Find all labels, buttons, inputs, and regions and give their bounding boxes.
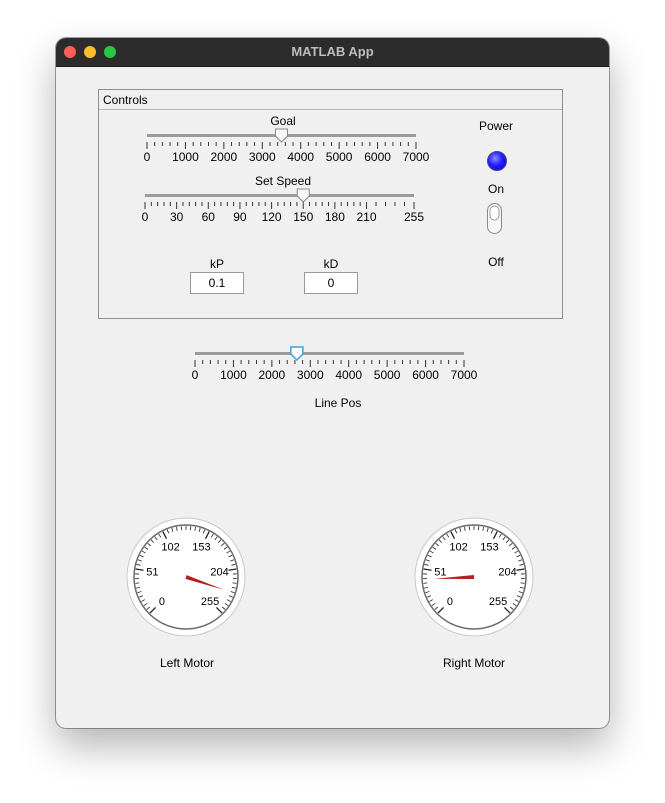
slider-tick-label: 120 <box>262 210 282 224</box>
slider-tick-label: 255 <box>404 210 424 224</box>
gauge-tick-label: 0 <box>159 596 165 608</box>
slider-ticks <box>144 202 415 209</box>
slider-tick-label: 0 <box>144 150 151 164</box>
slider-tick-label: 6000 <box>412 368 439 382</box>
controls-panel-header: Controls <box>99 90 562 110</box>
gauge-tick-label: 153 <box>192 542 210 554</box>
slider-tick-label: 180 <box>325 210 345 224</box>
window-title: MATLAB App <box>291 44 374 59</box>
slider-tick-label: 7000 <box>451 368 478 382</box>
title-bar: MATLAB App <box>56 38 609 67</box>
slider-tick-label: 0 <box>192 368 199 382</box>
slider-tick-label: 60 <box>202 210 216 224</box>
kd-field[interactable]: 0 <box>304 272 358 294</box>
line-pos-slider[interactable]: 0 1000 2000 3000 4000 5000 6000 7000 <box>183 346 483 388</box>
goal-slider[interactable]: 0 1000 2000 3000 4000 5000 6000 7000 <box>135 128 435 170</box>
slider-tick-label: 2000 <box>211 150 238 164</box>
slider-tick-label: 3000 <box>249 150 276 164</box>
slider-tick-label: 90 <box>233 210 247 224</box>
power-label: Power <box>478 119 514 133</box>
slider-tick-label: 4000 <box>335 368 362 382</box>
slider-thumb <box>296 188 310 203</box>
right-motor-label: Right Motor <box>442 656 506 670</box>
set-speed-slider[interactable]: 0 30 60 90 120 150 180 210 255 <box>133 188 433 230</box>
kp-field[interactable]: 0.1 <box>190 272 244 294</box>
gauge-tick-label: 102 <box>449 542 467 554</box>
gauge-tick-label: 51 <box>146 567 158 579</box>
gauge-tick-label: 0 <box>447 596 453 608</box>
gauge-tick-label: 204 <box>210 567 228 579</box>
slider-tick-label: 0 <box>142 210 149 224</box>
slider-tick-label: 2000 <box>259 368 286 382</box>
slider-tick-label: 210 <box>357 210 377 224</box>
slider-ticks <box>194 360 465 367</box>
gauge-tick-label: 51 <box>434 567 446 579</box>
slider-thumb <box>290 346 304 362</box>
controls-panel: Controls Goal 0 1000 2000 3000 4000 5000 6000 7… <box>98 89 563 319</box>
app-window: MATLAB App Controls Goal 0 1000 2000 3000 40… <box>56 38 609 728</box>
slider-ticks <box>146 142 417 149</box>
kp-label: kP <box>209 257 225 271</box>
left-motor-label: Left Motor <box>159 656 215 670</box>
left-motor-gauge: 0 51 102 153 204 255 <box>126 517 246 637</box>
slider-tick-label: 1000 <box>172 150 199 164</box>
switch-on-label: On <box>487 182 505 196</box>
slider-tick-label: 150 <box>293 210 313 224</box>
slider-track <box>145 194 414 197</box>
goal-slider-label: Goal <box>270 114 296 128</box>
right-motor-gauge: 0 51 102 153 204 255 <box>414 517 534 637</box>
gauge-tick-label: 153 <box>480 542 498 554</box>
gauge-tick-label: 255 <box>201 596 219 608</box>
slider-tick-label: 6000 <box>364 150 391 164</box>
slider-tick-label: 5000 <box>326 150 353 164</box>
switch-off-label: Off <box>488 255 504 269</box>
slider-tick-label: 7000 <box>403 150 430 164</box>
gauge-tick-label: 255 <box>489 596 507 608</box>
set-speed-slider-label: Set Speed <box>254 174 312 188</box>
slider-tick-label: 4000 <box>287 150 314 164</box>
slider-tick-label: 3000 <box>297 368 324 382</box>
line-pos-label: Line Pos <box>314 396 362 410</box>
power-lamp <box>487 151 507 171</box>
slider-tick-label: 5000 <box>374 368 401 382</box>
kd-label: kD <box>323 257 339 271</box>
slider-thumb <box>275 128 288 143</box>
slider-track <box>195 352 464 355</box>
gauge-tick-label: 102 <box>161 542 179 554</box>
slider-tick-label: 30 <box>170 210 184 224</box>
controls-panel-title: Controls <box>103 93 148 107</box>
power-toggle-switch[interactable] <box>485 202 505 236</box>
gauge-tick-label: 204 <box>498 567 516 579</box>
slider-tick-label: 1000 <box>220 368 247 382</box>
